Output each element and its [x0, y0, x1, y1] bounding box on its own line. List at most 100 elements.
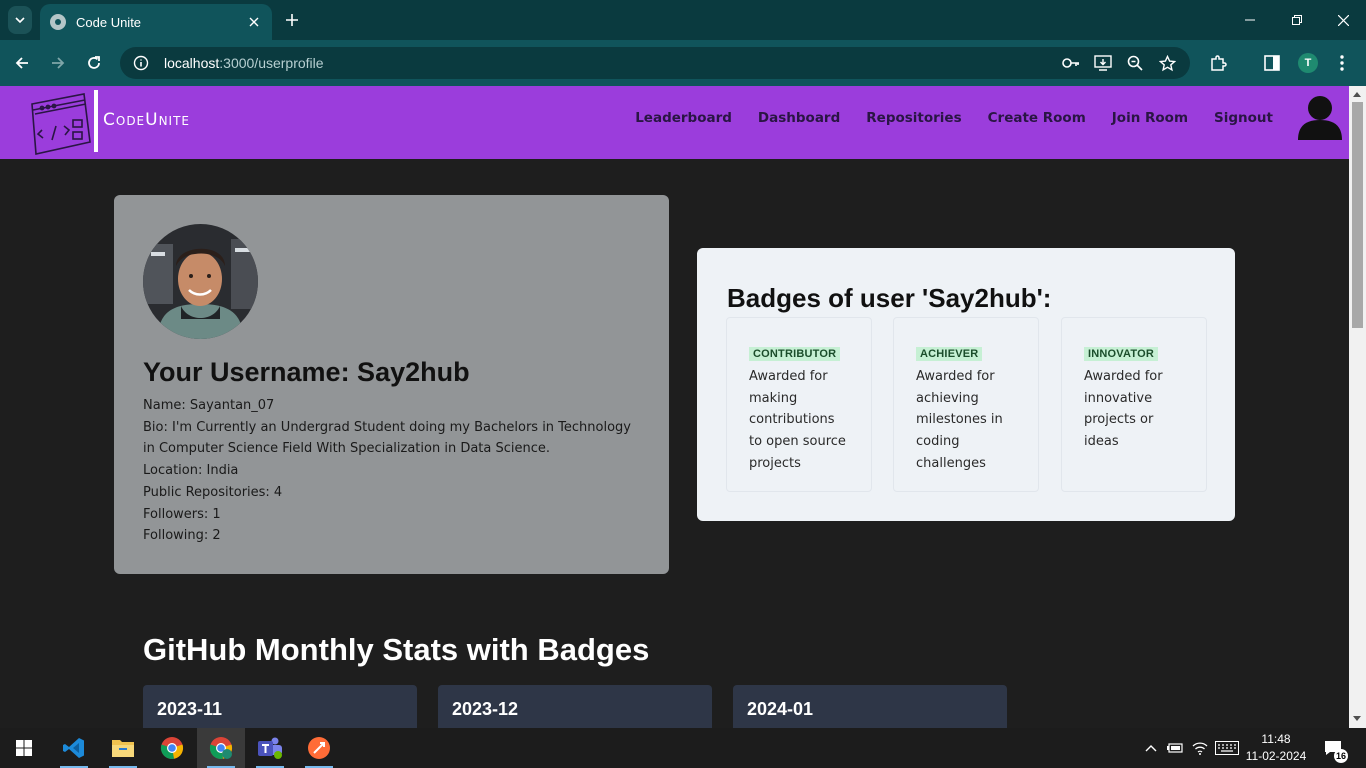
url-path: :3000/userprofile — [219, 55, 324, 71]
url-host: localhost — [164, 55, 220, 71]
badges-title: Badges of user 'Say2hub': — [727, 283, 1052, 313]
minimize-icon — [1245, 19, 1255, 21]
restore-icon — [1292, 15, 1302, 25]
nav-link-repositories[interactable]: Repositories — [866, 110, 961, 126]
month-card: 2023-11 — [143, 685, 417, 728]
monthly-stats-title: GitHub Monthly Stats with Badges — [143, 632, 650, 667]
profile-info: Name: Sayantan_07 Bio: I'm Currently an … — [143, 395, 643, 547]
chevron-down-icon — [15, 17, 25, 24]
profile-location: Location: India — [143, 463, 239, 479]
notification-count-badge: 16 — [1334, 749, 1348, 763]
month-label: 2024-01 — [747, 699, 814, 719]
password-key-icon[interactable] — [1062, 54, 1080, 72]
teams-icon — [258, 737, 282, 759]
keyboard-icon[interactable] — [1214, 740, 1240, 756]
profile-following: Following: 2 — [143, 528, 221, 544]
nav-link-dashboard[interactable]: Dashboard — [758, 110, 840, 126]
badge-tag: ACHIEVER — [916, 347, 983, 361]
zoom-icon[interactable] — [1126, 54, 1144, 72]
url-text: localhost:3000/userprofile — [164, 55, 324, 71]
close-icon — [1337, 14, 1349, 26]
minimize-button[interactable] — [1240, 10, 1260, 30]
arrow-left-icon — [15, 57, 28, 69]
wifi-icon[interactable] — [1191, 740, 1209, 756]
nav-link-signout[interactable]: Signout — [1214, 110, 1273, 126]
chrome-profile-avatar[interactable]: T — [1298, 53, 1318, 73]
month-label: 2023-11 — [157, 699, 223, 719]
favicon-icon — [50, 14, 66, 30]
tray-overflow-icon[interactable] — [1142, 740, 1160, 756]
badge-description: Awarded for making contributions to open… — [749, 369, 846, 471]
side-panel-icon — [1264, 55, 1280, 71]
month-card: 2024-01 — [733, 685, 1007, 728]
tab-search-button[interactable] — [8, 6, 32, 34]
page-scrollbar[interactable] — [1349, 86, 1366, 728]
badge-tag: INNOVATOR — [1084, 347, 1158, 361]
badge-tag: CONTRIBUTOR — [749, 347, 841, 361]
nav-link-leaderboard[interactable]: Leaderboard — [635, 110, 732, 126]
extensions-button[interactable] — [1208, 53, 1228, 73]
windows-taskbar: 11:48 11-02-2024 16 — [0, 728, 1366, 768]
taskbar-clock[interactable]: 11:48 11-02-2024 — [1244, 731, 1308, 765]
close-icon — [249, 17, 259, 27]
reload-icon — [88, 56, 100, 69]
taskbar-chrome[interactable] — [148, 728, 196, 768]
back-button[interactable] — [12, 53, 32, 73]
profile-public-repos: Public Repositories: 4 — [143, 484, 283, 500]
file-explorer-icon — [112, 740, 134, 757]
chrome-profile-icon — [209, 737, 233, 759]
scroll-down-arrow-icon[interactable] — [1353, 716, 1361, 721]
plus-icon — [286, 14, 298, 26]
month-card: 2023-12 — [438, 685, 712, 728]
username-heading: Your Username: Say2hub — [143, 357, 470, 387]
taskbar-chrome-profile[interactable] — [197, 728, 245, 768]
taskbar-file-explorer[interactable] — [99, 728, 147, 768]
profile-followers: Followers: 1 — [143, 506, 221, 522]
side-panel-button[interactable] — [1262, 53, 1282, 73]
forward-button[interactable] — [48, 53, 68, 73]
taskbar-vscode[interactable] — [50, 728, 98, 768]
badge-achiever: ACHIEVER Awarded for achieving milestone… — [893, 317, 1039, 492]
clock-date: 11-02-2024 — [1245, 749, 1307, 763]
logo-text: CodeUnite — [103, 110, 191, 130]
battery-icon[interactable] — [1166, 740, 1184, 756]
site-info-icon[interactable] — [132, 54, 150, 72]
badge-description: Awarded for innovative projects or ideas — [1084, 369, 1163, 450]
install-app-icon[interactable] — [1094, 54, 1112, 72]
restore-button[interactable] — [1287, 10, 1307, 30]
info-icon — [133, 55, 149, 71]
tab-close-button[interactable] — [246, 14, 262, 30]
app-navbar: CodeUnite Leaderboard Dashboard Reposito… — [0, 86, 1349, 159]
bookmark-star-icon[interactable] — [1158, 54, 1176, 72]
puzzle-icon — [1211, 55, 1227, 71]
profile-bio: Bio: I'm Currently an Undergrad Student … — [143, 419, 631, 457]
browser-tab[interactable]: Code Unite — [40, 4, 272, 40]
vscode-icon — [63, 738, 84, 758]
browser-tab-strip: Code Unite — [0, 0, 1366, 40]
reload-button[interactable] — [84, 53, 104, 73]
chrome-icon — [160, 737, 184, 759]
clock-time: 11:48 — [1261, 732, 1291, 746]
nav-link-create-room[interactable]: Create Room — [988, 110, 1086, 126]
taskbar-teams[interactable] — [246, 728, 294, 768]
scroll-up-arrow-icon[interactable] — [1353, 92, 1361, 97]
chrome-menu-button[interactable] — [1332, 53, 1352, 73]
windows-start-icon[interactable] — [16, 740, 32, 756]
badge-contributor: CONTRIBUTOR Awarded for making contribut… — [726, 317, 872, 492]
month-label: 2023-12 — [452, 699, 519, 719]
address-bar[interactable]: localhost:3000/userprofile — [120, 47, 1190, 79]
browser-toolbar: localhost:3000/userprofile — [0, 40, 1366, 86]
scroll-thumb[interactable] — [1352, 102, 1363, 328]
new-tab-button[interactable] — [282, 10, 302, 30]
profile-photo — [143, 224, 258, 339]
nav-link-join-room[interactable]: Join Room — [1112, 110, 1188, 126]
badges-card: Badges of user 'Say2hub': CONTRIBUTOR Aw… — [697, 248, 1235, 521]
arrow-right-icon — [52, 57, 65, 69]
user-account-icon[interactable] — [1297, 94, 1343, 140]
profile-card: Your Username: Say2hub Name: Sayantan_07… — [114, 195, 669, 574]
kebab-menu-icon — [1340, 55, 1344, 71]
taskbar-postman[interactable] — [295, 728, 343, 768]
close-window-button[interactable] — [1333, 10, 1353, 30]
profile-name: Name: Sayantan_07 — [143, 398, 275, 413]
tab-title: Code Unite — [76, 14, 142, 30]
